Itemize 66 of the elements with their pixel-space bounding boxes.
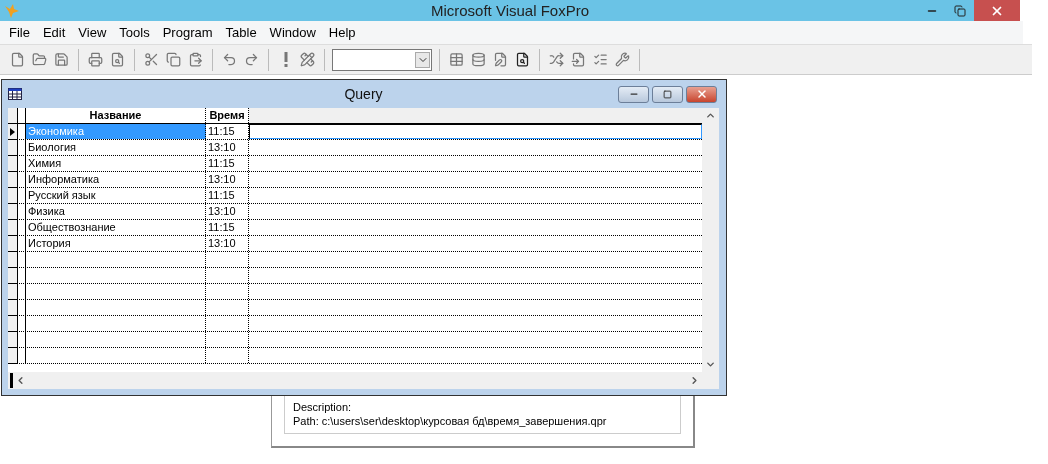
- table-cell[interactable]: 11:15: [206, 124, 249, 139]
- table-cell[interactable]: 13:10: [206, 140, 249, 155]
- window-title: Microsoft Visual FoxPro: [430, 2, 590, 19]
- table-cell[interactable]: 13:10: [206, 172, 249, 187]
- record-marker[interactable]: [8, 348, 18, 364]
- column-header[interactable]: Название: [26, 108, 206, 123]
- close-button[interactable]: [686, 85, 717, 103]
- record-marker[interactable]: [8, 300, 18, 316]
- printer-icon[interactable]: [86, 50, 105, 69]
- table-cell[interactable]: История: [26, 236, 206, 251]
- record-marker[interactable]: [8, 204, 18, 220]
- close-icon: [695, 88, 708, 100]
- description-label: Description:: [293, 401, 353, 413]
- menu-item[interactable]: Program: [156, 25, 220, 40]
- record-marker[interactable]: [8, 316, 18, 332]
- record-marker[interactable]: [8, 140, 18, 156]
- table-icon: [8, 88, 22, 100]
- record-marker[interactable]: [8, 236, 18, 252]
- record-marker[interactable]: [8, 188, 18, 204]
- copy-icon[interactable]: [164, 50, 183, 69]
- table-cell[interactable]: 13:10: [206, 236, 249, 251]
- dropdown-field[interactable]: [332, 48, 432, 71]
- menu-item[interactable]: Help: [322, 25, 363, 40]
- record-marker[interactable]: [8, 156, 18, 172]
- table-cell[interactable]: Химия: [26, 156, 206, 171]
- fox-logo-icon: [4, 2, 20, 19]
- menu-item[interactable]: View: [72, 25, 114, 40]
- scroll-down-icon[interactable]: [705, 359, 716, 370]
- record-marker[interactable]: [8, 284, 18, 300]
- record-marker[interactable]: [8, 172, 18, 188]
- minimize-button[interactable]: [618, 85, 649, 103]
- table-cell[interactable]: 13:10: [206, 204, 249, 219]
- current-record-icon: [10, 127, 15, 136]
- record-marker[interactable]: [8, 332, 18, 348]
- tools-icon[interactable]: [613, 50, 632, 69]
- maximize-icon: [663, 89, 672, 99]
- path-text: Path: c:\users\ser\desktop\курсовая бд\время_завершения.qpr: [293, 415, 608, 427]
- table-cell[interactable]: 11:15: [206, 188, 249, 203]
- restore-icon: [954, 4, 966, 17]
- maximize-button[interactable]: [652, 85, 683, 103]
- menu-item[interactable]: File: [3, 25, 37, 40]
- table-cell[interactable]: Физика: [26, 204, 206, 219]
- table-cell[interactable]: Русский язык: [26, 188, 206, 203]
- table-icon[interactable]: [447, 50, 466, 69]
- close-button[interactable]: [974, 0, 1020, 21]
- database-icon[interactable]: [469, 50, 488, 69]
- menu-item[interactable]: Window: [263, 25, 323, 40]
- arrows-icon[interactable]: [547, 50, 566, 69]
- record-marker[interactable]: [8, 124, 18, 140]
- menu-item[interactable]: Tools: [113, 25, 157, 40]
- table-cell[interactable]: Информатика: [26, 172, 206, 187]
- table-cell[interactable]: 11:15: [206, 220, 249, 235]
- record-marker[interactable]: [8, 220, 18, 236]
- scroll-right-icon[interactable]: [689, 375, 700, 386]
- record-marker[interactable]: [8, 252, 18, 268]
- menu-item[interactable]: Table: [219, 25, 264, 40]
- ruler-pencil-icon[interactable]: [298, 50, 317, 69]
- dropdown-button[interactable]: [415, 51, 430, 68]
- scroll-up-icon[interactable]: [705, 110, 716, 121]
- menu-item[interactable]: Edit: [36, 25, 73, 40]
- table-cell[interactable]: Биология: [26, 140, 206, 155]
- record-marker[interactable]: [8, 268, 18, 284]
- table-cell[interactable]: 11:15: [206, 156, 249, 171]
- save-icon[interactable]: [52, 50, 71, 69]
- query-window-title: Query: [344, 86, 383, 102]
- table-cell[interactable]: Обществознание: [26, 220, 206, 235]
